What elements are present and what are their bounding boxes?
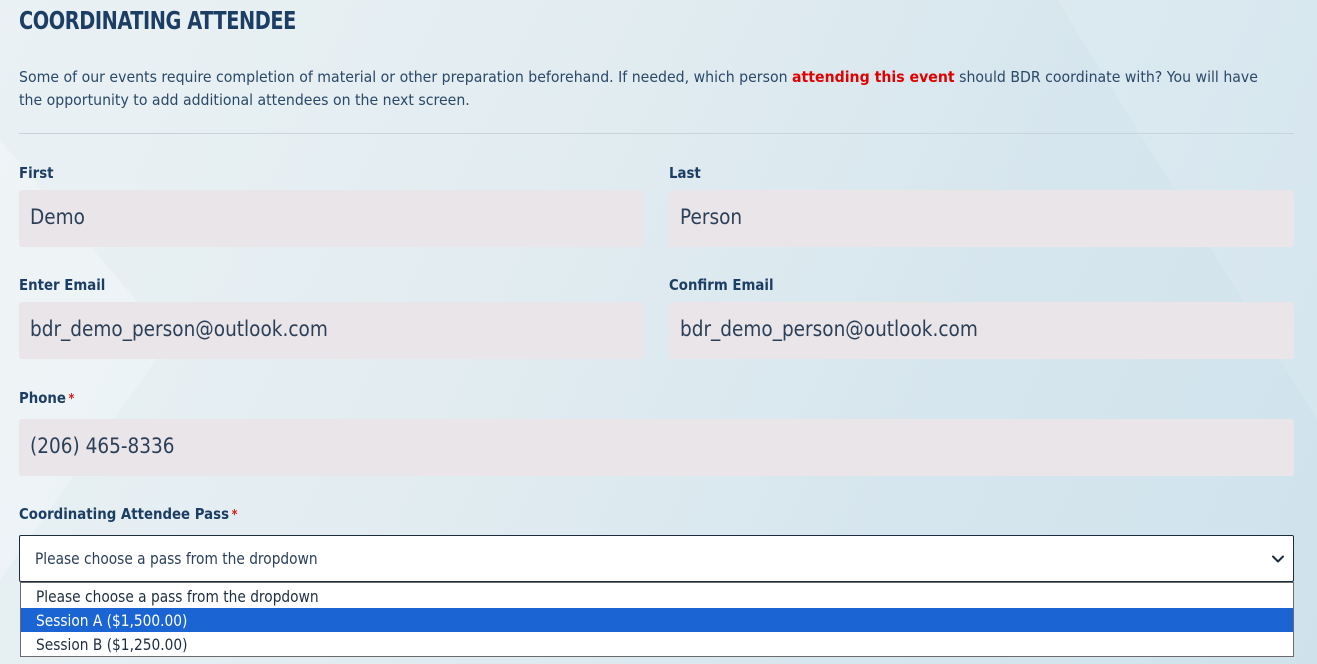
section-title: COORDINATING ATTENDEE <box>19 6 296 35</box>
confirm-email-value: bdr_demo_person@outlook.com <box>680 317 978 341</box>
first-name-input[interactable]: Demo <box>19 190 644 247</box>
pass-option-placeholder[interactable]: Please choose a pass from the dropdown <box>21 584 1293 608</box>
last-name-value: Person <box>680 205 743 229</box>
pass-option-label: Session B ($1,250.00) <box>36 635 188 654</box>
pass-option-label: Please choose a pass from the dropdown <box>36 587 319 606</box>
first-name-value: Demo <box>30 205 85 229</box>
last-name-input[interactable]: Person <box>669 190 1294 247</box>
confirm-email-input[interactable]: bdr_demo_person@outlook.com <box>669 302 1294 359</box>
section-intro: Some of our events require completion of… <box>19 66 1275 112</box>
chevron-down-icon <box>1272 555 1284 563</box>
last-name-label: Last <box>669 164 701 182</box>
email-value: bdr_demo_person@outlook.com <box>30 317 328 341</box>
pass-option-label: Session A ($1,500.00) <box>36 611 188 630</box>
phone-label-text: Phone <box>19 389 66 407</box>
pass-dropdown-list: Please choose a pass from the dropdown S… <box>20 582 1294 657</box>
pass-label: Coordinating Attendee Pass * <box>19 505 237 523</box>
pass-option-session-a[interactable]: Session A ($1,500.00) <box>21 608 1293 632</box>
pass-required-mark: * <box>231 508 238 523</box>
section-divider <box>19 133 1294 134</box>
email-label: Enter Email <box>19 276 106 294</box>
pass-select-value: Please choose a pass from the dropdown <box>35 549 318 568</box>
pass-label-text: Coordinating Attendee Pass <box>19 505 230 523</box>
phone-input[interactable]: (206) 465-8336 <box>19 419 1294 476</box>
intro-highlight: attending this event <box>792 68 955 86</box>
confirm-email-label: Confirm Email <box>669 276 774 294</box>
phone-label: Phone * <box>19 389 74 407</box>
pass-option-session-b[interactable]: Session B ($1,250.00) <box>21 632 1293 656</box>
pass-select[interactable]: Please choose a pass from the dropdown <box>19 535 1294 582</box>
intro-text-before: Some of our events require completion of… <box>19 68 793 86</box>
first-name-label: First <box>19 164 54 182</box>
phone-required-mark: * <box>68 392 75 407</box>
phone-value: (206) 465-8336 <box>30 434 175 458</box>
email-input[interactable]: bdr_demo_person@outlook.com <box>19 302 644 359</box>
